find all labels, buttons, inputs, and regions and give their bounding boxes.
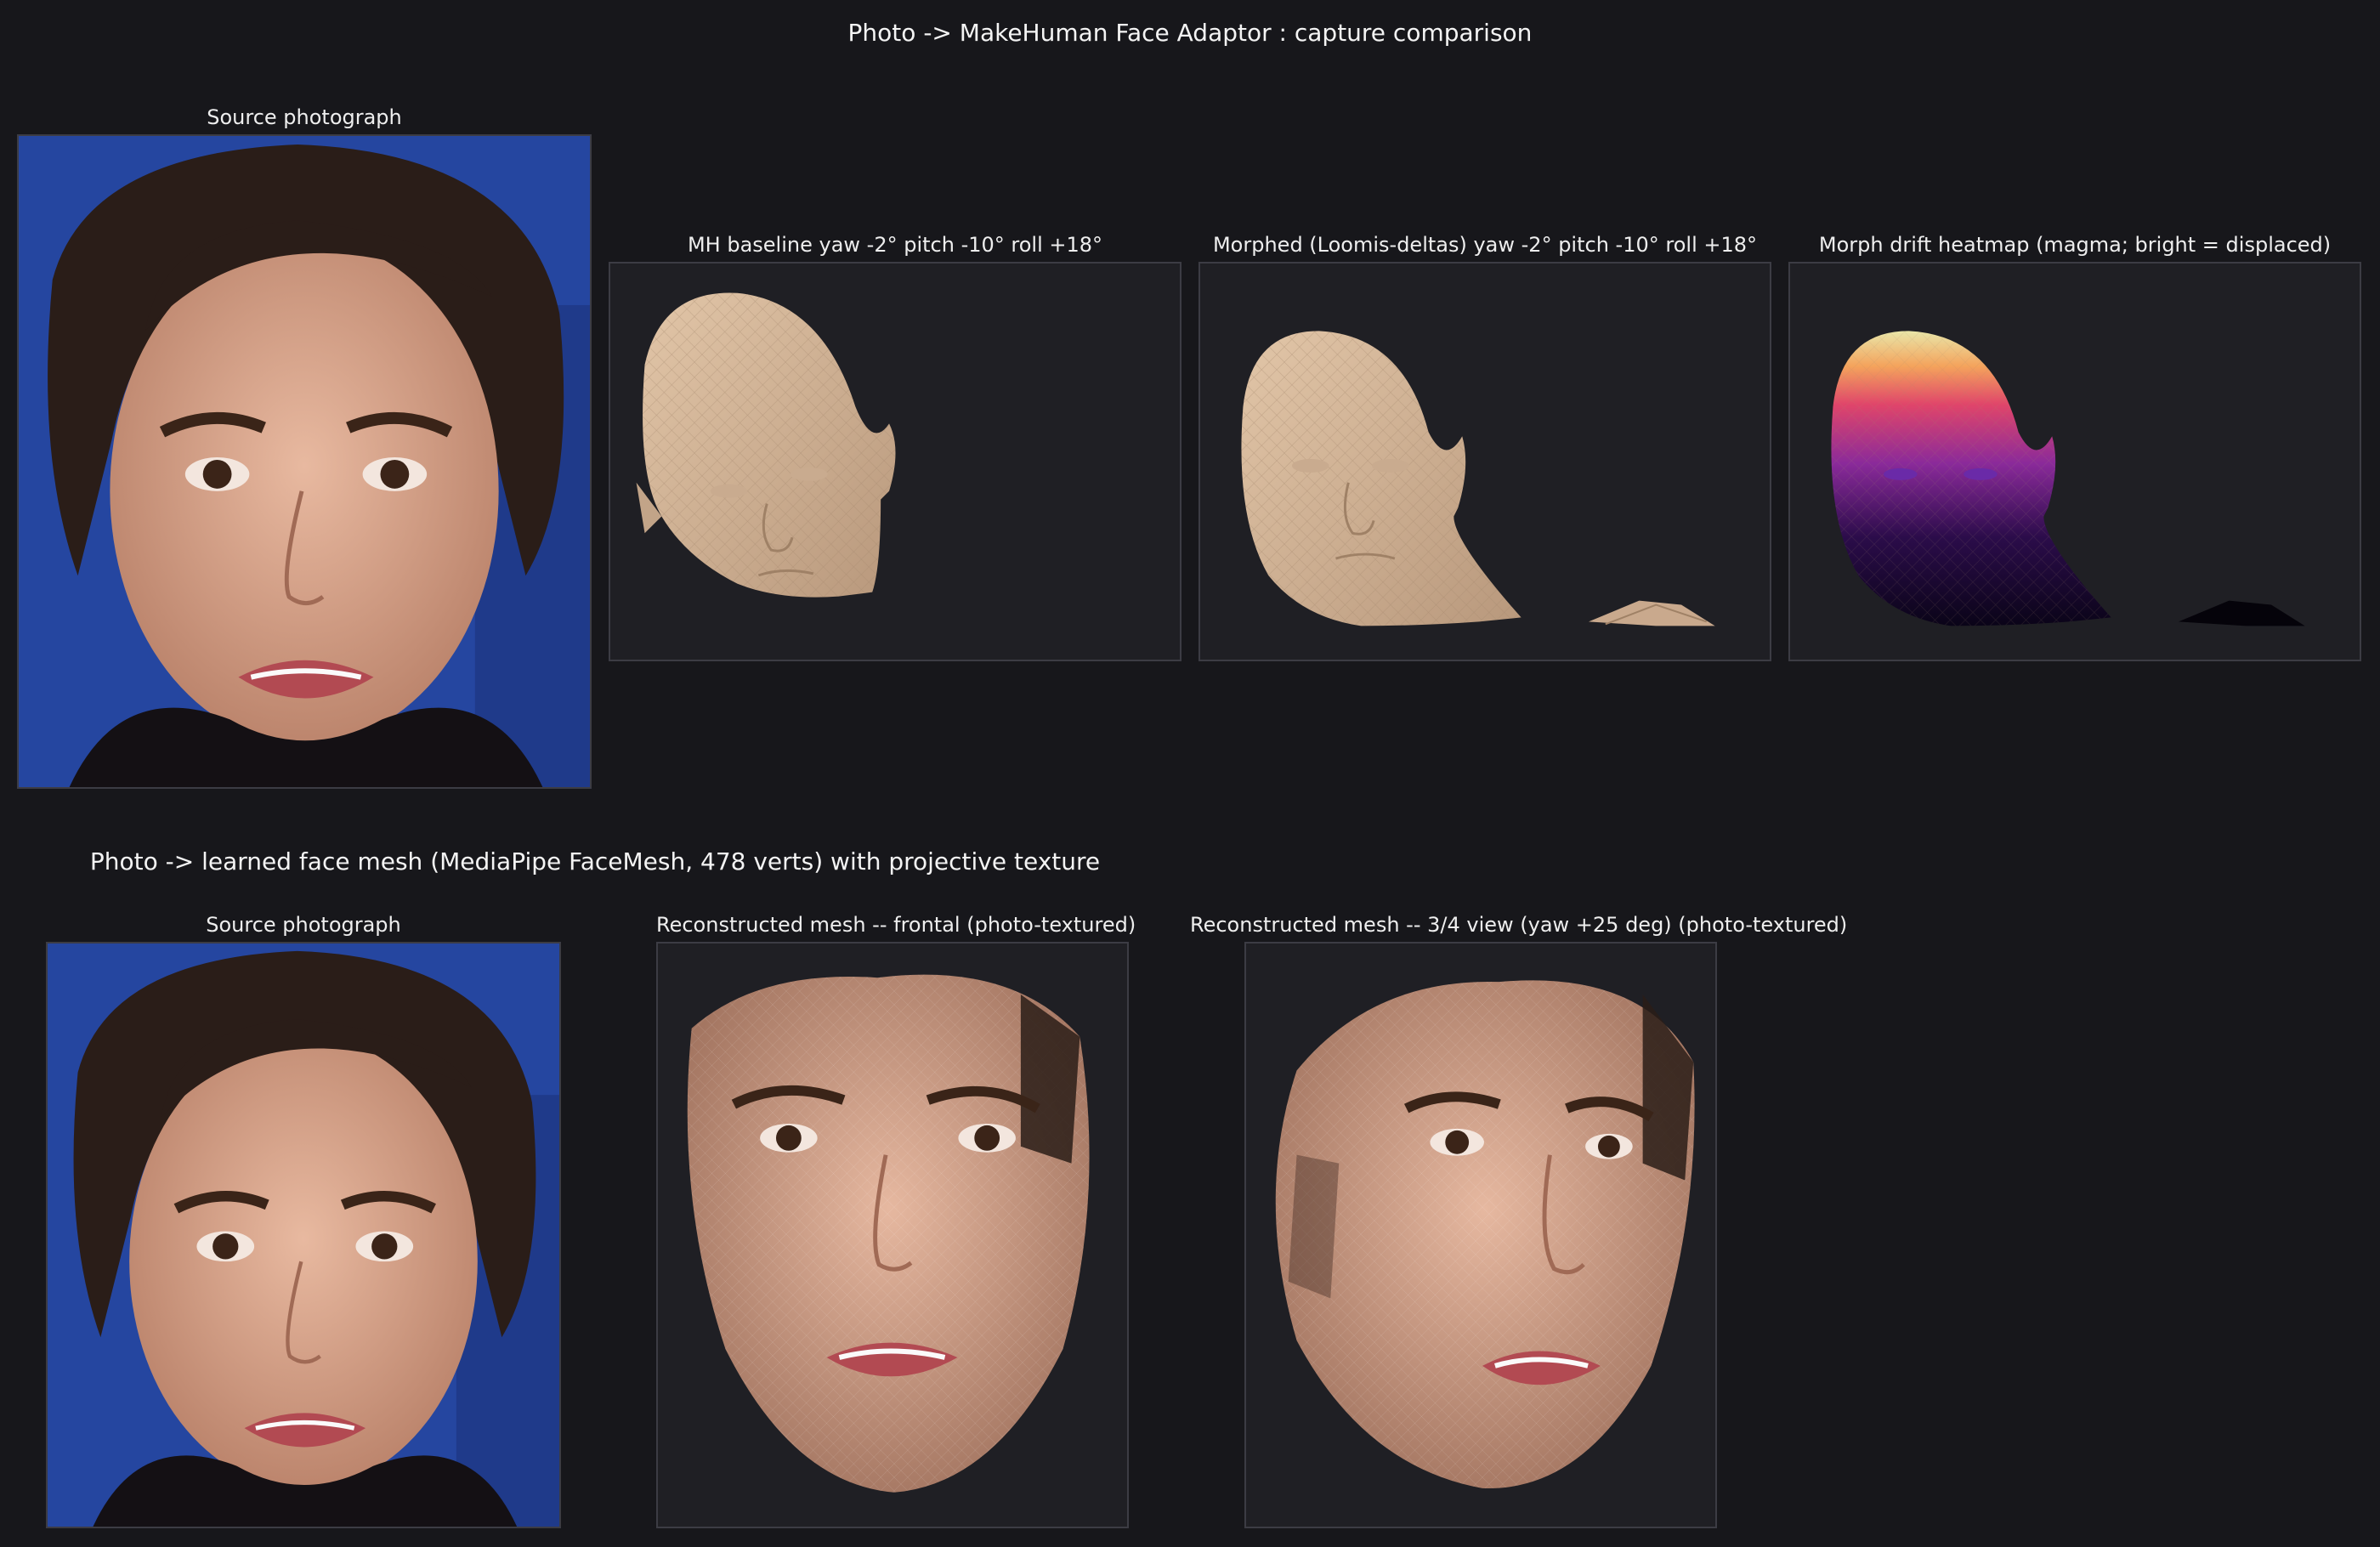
source-photo-caption-top: Source photograph <box>207 105 402 129</box>
source-photo-top <box>17 134 592 789</box>
morphed-head-mesh <box>1241 331 1715 626</box>
frontal-face-mesh <box>687 974 1090 1493</box>
three-quarter-mesh-panel <box>1244 942 1717 1528</box>
frontal-caption: Reconstructed mesh -- frontal (photo-tex… <box>656 913 1136 937</box>
three-quarter-caption: Reconstructed mesh -- 3/4 view (yaw +25 … <box>1190 913 1848 937</box>
source-photo-caption-bottom: Source photograph <box>206 913 401 937</box>
three-quarter-face-mesh <box>1275 980 1695 1489</box>
source-photo-bottom <box>46 942 561 1528</box>
heatmap-caption: Morph drift heatmap (magma; bright = dis… <box>1818 233 2332 257</box>
section2-title: Photo -> learned face mesh (MediaPipe Fa… <box>89 847 1101 876</box>
heatmap-head-mesh <box>1831 331 2305 626</box>
baseline-caption: MH baseline yaw -2° pitch -10° roll +18° <box>687 233 1103 257</box>
morphed-caption: Morphed (Loomis-deltas) yaw -2° pitch -1… <box>1212 233 1758 257</box>
frontal-mesh-panel <box>656 942 1129 1528</box>
mh-baseline-panel <box>609 262 1182 661</box>
heatmap-panel <box>1788 262 2361 661</box>
morphed-panel <box>1198 262 1771 661</box>
section1-title: Photo -> MakeHuman Face Adaptor : captur… <box>847 19 1533 47</box>
baseline-head-mesh <box>636 292 896 598</box>
